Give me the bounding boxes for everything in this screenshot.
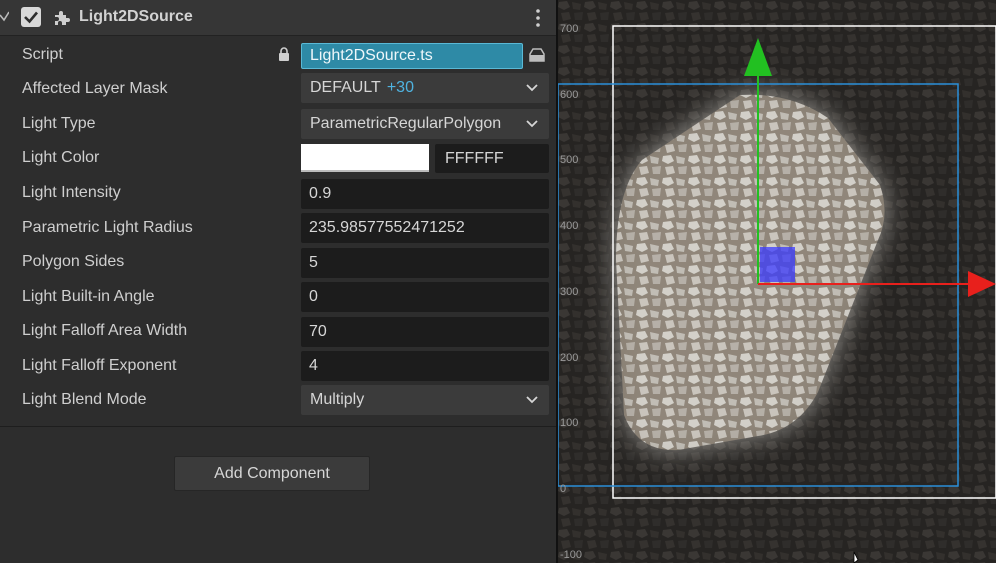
light-type-label: Light Type	[22, 115, 96, 132]
y-axis-label: 700	[560, 23, 579, 35]
light-falloff-exponent-input[interactable]: 4	[301, 351, 549, 381]
light-falloff-area-width-input[interactable]: 70	[301, 317, 549, 347]
section-divider	[0, 426, 556, 427]
light-builtin-angle-input[interactable]: 0	[301, 282, 549, 312]
light-intensity-label: Light Intensity	[22, 184, 121, 201]
y-axis-label: -100	[560, 549, 583, 561]
y-axis-label: 400	[560, 220, 579, 232]
chevron-down-icon	[526, 120, 538, 128]
parametric-light-radius-label: Parametric Light Radius	[22, 219, 193, 236]
light-falloff-exponent-label: Light Falloff Exponent	[22, 357, 177, 374]
scene-viewport[interactable]: 700 600 500 400 300 200 100 0 -100	[558, 0, 996, 563]
node-handle[interactable]	[760, 247, 795, 282]
component-enabled-checkbox[interactable]	[21, 7, 41, 27]
scene-canvas[interactable]	[558, 0, 996, 563]
script-field[interactable]: Light2DSource.ts	[301, 43, 523, 69]
chevron-down-icon	[526, 84, 538, 92]
y-axis-label: 200	[560, 352, 579, 364]
layer-mask-extra: +30	[386, 79, 414, 96]
light-color-swatch[interactable]	[301, 144, 429, 172]
polygon-sides-input[interactable]: 5	[301, 248, 549, 278]
light-type-select[interactable]: ParametricRegularPolygon	[301, 109, 549, 139]
open-script-icon[interactable]	[527, 45, 547, 65]
light-color-label: Light Color	[22, 149, 100, 166]
light-color-hex-input[interactable]: FFFFFF	[435, 144, 549, 173]
component-title: Light2DSource	[79, 8, 193, 25]
light-falloff-area-width-label: Light Falloff Area Width	[22, 322, 188, 339]
polygon-sides-label: Polygon Sides	[22, 253, 125, 270]
lock-icon	[279, 47, 289, 61]
kebab-menu-icon[interactable]	[532, 8, 544, 28]
affected-layer-mask-label: Affected Layer Mask	[22, 80, 168, 97]
add-component-button[interactable]: Add Component	[174, 456, 370, 491]
script-label: Script	[22, 46, 63, 63]
light-blend-mode-select[interactable]: Multiply	[301, 385, 549, 415]
light-type-value: ParametricRegularPolygon	[310, 115, 502, 132]
light-blend-mode-label: Light Blend Mode	[22, 391, 147, 408]
y-axis-label: 100	[560, 417, 579, 429]
puzzle-piece-icon	[55, 11, 70, 25]
y-axis-label: 500	[560, 154, 579, 166]
light-builtin-angle-label: Light Built-in Angle	[22, 288, 155, 305]
chevron-down-icon[interactable]	[0, 11, 9, 23]
layer-mask-value: DEFAULT	[310, 79, 381, 96]
component-header[interactable]: Light2DSource	[0, 0, 556, 36]
light-blend-mode-value: Multiply	[310, 391, 365, 408]
inspector-panel: Light2DSource Script Light2DSource.ts Af…	[0, 0, 556, 563]
y-axis-label: 0	[560, 483, 567, 495]
y-axis-label: 300	[560, 286, 579, 298]
chevron-down-icon	[526, 396, 538, 404]
parametric-light-radius-input[interactable]: 235.98577552471252	[301, 213, 549, 243]
light-intensity-input[interactable]: 0.9	[301, 179, 549, 209]
y-axis-label: 600	[560, 89, 579, 101]
affected-layer-mask-select[interactable]: DEFAULT +30	[301, 73, 549, 103]
